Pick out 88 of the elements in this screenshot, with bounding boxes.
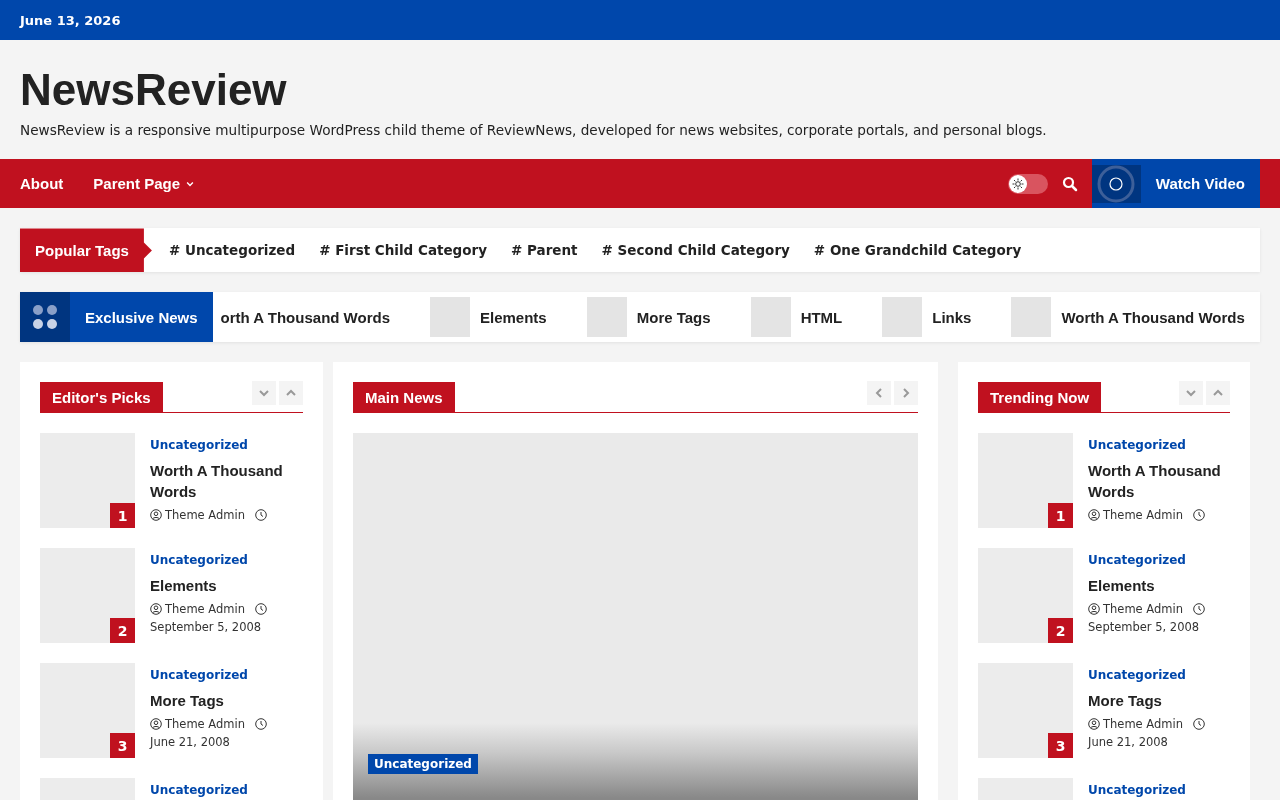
thumbnail-placeholder[interactable]: 2 (978, 548, 1073, 644)
post-date: September 5, 2008 (150, 619, 262, 637)
post-author[interactable]: Theme Admin (1088, 600, 1183, 619)
ticker-headline[interactable]: Links (932, 308, 972, 326)
user-icon (1088, 509, 1100, 522)
tag-link[interactable]: # Uncategorized (168, 242, 296, 259)
previous-button[interactable] (867, 381, 891, 406)
user-icon (150, 603, 162, 616)
nav-link[interactable]: About (20, 175, 64, 193)
clock-icon (255, 603, 267, 616)
rank-number: 3 (110, 733, 135, 759)
ticker-headline[interactable]: Worth A Thousand Words (1061, 308, 1245, 326)
post-title[interactable]: More Tags (1088, 690, 1230, 712)
post-date: June 21, 2008 (150, 734, 230, 752)
thumbnail-placeholder[interactable] (882, 297, 923, 338)
ticker-headline[interactable]: orth A Thousand Words (220, 308, 390, 326)
up-button[interactable] (1206, 381, 1230, 406)
rank-number: 1 (110, 503, 135, 529)
ticker-headline[interactable]: More Tags (636, 308, 711, 326)
down-button[interactable] (252, 381, 276, 406)
section-title: Editor's Picks (40, 382, 163, 413)
post-title[interactable]: Worth A Thousand Words (150, 460, 303, 503)
user-icon (150, 509, 162, 522)
search-icon[interactable] (1061, 175, 1078, 192)
thumbnail-placeholder[interactable]: 2 (40, 548, 135, 644)
next-button[interactable] (894, 381, 918, 406)
play-ring-icon (1097, 164, 1136, 203)
category-link[interactable]: Uncategorized (150, 553, 303, 568)
clock-icon (255, 509, 267, 522)
thumbnail-placeholder[interactable] (586, 297, 627, 338)
user-icon (1088, 718, 1100, 731)
category-badge[interactable]: Uncategorized (368, 754, 478, 775)
post-title[interactable]: Elements (150, 575, 303, 597)
category-link[interactable]: Uncategorized (150, 783, 248, 798)
category-link[interactable]: Uncategorized (150, 668, 303, 683)
category-link[interactable]: Uncategorized (1088, 783, 1186, 798)
post-author[interactable]: Theme Admin (150, 506, 245, 525)
thumbnail-placeholder[interactable]: 3 (978, 663, 1073, 759)
post-author[interactable]: Theme Admin (1088, 715, 1183, 734)
tag-link[interactable]: # Parent (511, 242, 578, 259)
rank-number: 1 (1048, 503, 1073, 529)
tag-link[interactable]: # Second Child Category (601, 242, 790, 259)
down-button[interactable] (1179, 381, 1203, 406)
category-link[interactable]: Uncategorized (1088, 438, 1230, 453)
section-title: Trending Now (978, 382, 1102, 413)
post-author[interactable]: Theme Admin (1088, 506, 1183, 525)
ticker-headline[interactable]: Elements (480, 308, 547, 326)
popular-tags-label: Popular Tags (20, 228, 152, 273)
tag-link[interactable]: # First Child Category (319, 242, 487, 259)
user-icon (1088, 603, 1100, 616)
thumbnail-placeholder[interactable]: 3 (40, 663, 135, 759)
clock-icon (255, 718, 267, 731)
thumbnail-placeholder[interactable]: 1 (978, 433, 1073, 529)
rank-number: 2 (110, 618, 135, 644)
post-title[interactable]: Worth A Thousand Words (1088, 460, 1230, 503)
section-title: Main News (353, 382, 455, 413)
category-link[interactable]: Uncategorized (1088, 553, 1230, 568)
ticker-headline[interactable]: HTML (800, 308, 843, 326)
sun-icon (1011, 177, 1024, 190)
user-icon (150, 718, 162, 731)
post-author[interactable]: Theme Admin (150, 600, 245, 619)
tag-link[interactable]: # One Grandchild Category (813, 242, 1022, 259)
post-title[interactable]: More Tags (150, 690, 303, 712)
image-placeholder[interactable]: Uncategorized (353, 433, 918, 800)
dark-mode-toggle[interactable] (1007, 173, 1048, 194)
category-link[interactable]: Uncategorized (150, 438, 303, 453)
post-date: June 21, 2008 (1088, 734, 1168, 752)
post-title[interactable]: Elements (1088, 575, 1230, 597)
rank-number: 2 (1048, 618, 1073, 644)
current-date: June 13, 2026 (20, 12, 121, 28)
watch-video-button[interactable]: Watch Video (1091, 159, 1260, 209)
thumbnail-placeholder[interactable] (430, 297, 470, 338)
rank-number: 3 (1048, 733, 1073, 759)
clock-icon (1193, 603, 1205, 616)
thumbnail-placeholder[interactable] (1011, 297, 1052, 338)
nav-link[interactable]: Parent Page (93, 175, 196, 193)
category-link[interactable]: Uncategorized (1088, 668, 1230, 683)
clock-icon (1193, 509, 1205, 522)
clock-icon (1193, 718, 1205, 731)
up-button[interactable] (279, 381, 303, 406)
post-date: September 5, 2008 (1088, 619, 1200, 637)
site-tagline: NewsReview is a responsive multipurpose WordPress child theme of ReviewNews, developed for news websites, corporate portals, and personal blogs. (20, 122, 1048, 139)
dots-icon (32, 304, 58, 331)
exclusive-news-label: Exclusive News (20, 292, 213, 343)
thumbnail-placeholder[interactable]: 1 (40, 433, 135, 529)
post-author[interactable]: Theme Admin (150, 715, 245, 734)
site-title[interactable]: NewsReview (20, 66, 1260, 115)
thumbnail-placeholder[interactable] (750, 297, 791, 338)
